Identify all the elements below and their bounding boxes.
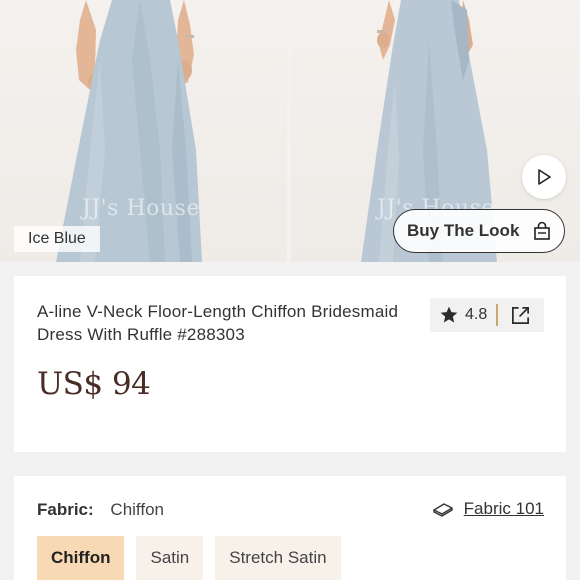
fabric-option-satin[interactable]: Satin bbox=[136, 536, 204, 580]
fabric-label: Fabric: bbox=[37, 500, 94, 519]
shopping-bag-icon bbox=[534, 221, 550, 240]
play-video-button[interactable] bbox=[522, 155, 566, 199]
buy-the-look-label: Buy The Look bbox=[407, 221, 520, 240]
color-name-label: Ice Blue bbox=[14, 226, 100, 252]
fabric-101-label[interactable]: Fabric 101 bbox=[464, 499, 544, 519]
fabric-option-stretch-satin[interactable]: Stretch Satin bbox=[215, 536, 341, 580]
share-icon[interactable] bbox=[510, 305, 531, 326]
fabric-selected-value: Chiffon bbox=[110, 500, 164, 519]
rating-divider bbox=[496, 304, 498, 326]
product-price: US$ 94 bbox=[37, 366, 151, 402]
buy-the-look-button[interactable]: Buy The Look bbox=[393, 209, 565, 253]
rating-share-box: 4.8 bbox=[430, 298, 544, 332]
fabric-options: Chiffon Satin Stretch Satin bbox=[37, 536, 341, 580]
rating-value[interactable]: 4.8 bbox=[465, 306, 487, 324]
fabric-heading: Fabric: Chiffon bbox=[37, 500, 164, 520]
product-gallery[interactable]: JJ's House JJ's House Ice Blue Buy The L… bbox=[0, 0, 580, 262]
fabric-swatch-icon bbox=[432, 503, 453, 517]
star-icon bbox=[440, 306, 458, 323]
product-title: A-line V-Neck Floor-Length Chiffon Bride… bbox=[37, 302, 399, 344]
dress-front-image bbox=[56, 0, 202, 262]
watermark: JJ's House bbox=[82, 196, 200, 221]
product-info-card: A-line V-Neck Floor-Length Chiffon Bride… bbox=[14, 276, 566, 452]
fabric-101-link[interactable]: Fabric 101 bbox=[432, 499, 544, 519]
fabric-selector-card: Fabric: Chiffon Fabric 101 Chiffon Satin… bbox=[14, 476, 566, 580]
fabric-option-chiffon[interactable]: Chiffon bbox=[37, 536, 125, 580]
product-photo-front[interactable]: JJ's House bbox=[0, 0, 287, 262]
play-icon bbox=[538, 169, 551, 185]
